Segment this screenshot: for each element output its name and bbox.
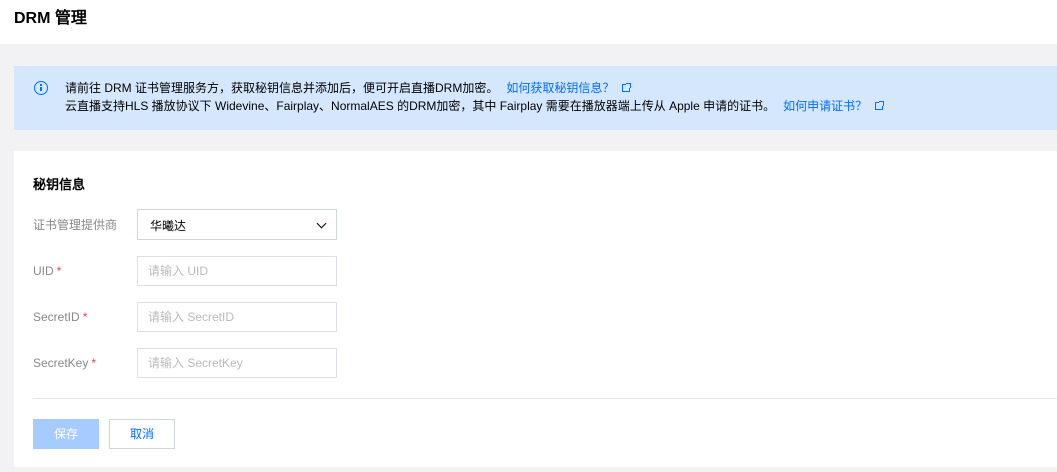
secret-key-label: SecretKey * bbox=[33, 355, 96, 371]
form-divider bbox=[33, 398, 1057, 399]
info-icon bbox=[34, 81, 48, 95]
secret-id-label-text: SecretID bbox=[33, 310, 80, 324]
uid-label: UID * bbox=[33, 263, 61, 279]
notice-line-2: 云直播支持HLS 播放协议下 Widevine、Fairplay、NormalA… bbox=[65, 98, 885, 114]
required-mark: * bbox=[56, 264, 62, 278]
notice-text-1: 请前往 DRM 证书管理服务方，获取秘钥信息并添加后，便可开启直播DRM加密。 bbox=[65, 81, 499, 95]
external-link-icon[interactable] bbox=[622, 83, 632, 92]
required-mark: * bbox=[91, 356, 97, 370]
uid-input[interactable] bbox=[137, 256, 337, 286]
get-key-info-link[interactable]: 如何获取秘钥信息？ bbox=[506, 81, 614, 95]
apply-certificate-link[interactable]: 如何申请证书？ bbox=[783, 99, 867, 113]
provider-label-text: 证书管理提供商 bbox=[33, 218, 118, 232]
chevron-down-icon bbox=[316, 218, 327, 229]
notice-text-2: 云直播支持HLS 播放协议下 Widevine、Fairplay、NormalA… bbox=[65, 99, 776, 113]
secret-key-input[interactable] bbox=[137, 348, 337, 378]
cancel-button[interactable]: 取消 bbox=[109, 419, 175, 449]
page-header: DRM 管理 bbox=[0, 0, 1057, 44]
secret-id-input[interactable] bbox=[137, 302, 337, 332]
provider-select[interactable]: 华曦达 bbox=[137, 209, 337, 240]
info-notice: 请前往 DRM 证书管理服务方，获取秘钥信息并添加后，便可开启直播DRM加密。如… bbox=[14, 66, 1057, 130]
section-title: 秘钥信息 bbox=[33, 177, 86, 192]
key-info-card: 秘钥信息 证书管理提供商 华曦达 UID* SecretID* SecretKe… bbox=[14, 151, 1057, 467]
secret-key-label-text: SecretKey bbox=[33, 356, 89, 370]
provider-label: 证书管理提供商 bbox=[33, 217, 117, 233]
secret-id-label: SecretID * bbox=[33, 309, 87, 325]
notice-line-1: 请前往 DRM 证书管理服务方，获取秘钥信息并添加后，便可开启直播DRM加密。如… bbox=[65, 80, 632, 96]
uid-label-text: UID bbox=[33, 264, 54, 278]
save-button[interactable]: 保存 bbox=[33, 419, 99, 449]
external-link-icon[interactable] bbox=[875, 101, 885, 110]
page-title: DRM 管理 bbox=[14, 10, 87, 27]
required-mark: * bbox=[82, 310, 88, 324]
provider-select-value: 华曦达 bbox=[150, 219, 187, 233]
